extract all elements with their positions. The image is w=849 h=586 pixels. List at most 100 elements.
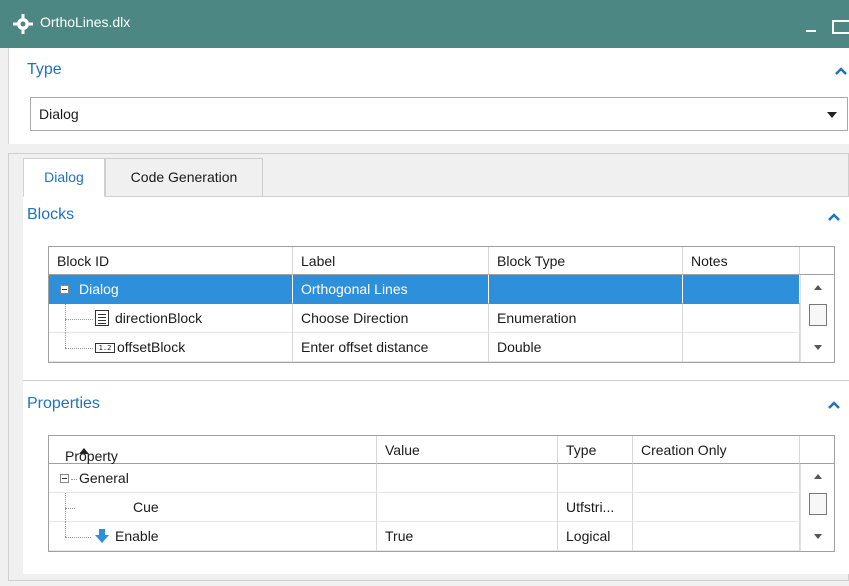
gear-icon bbox=[13, 14, 33, 34]
value-cell[interactable] bbox=[377, 464, 558, 493]
column-header-value[interactable]: Value bbox=[377, 436, 558, 464]
tab-code-generation-label: Code Generation bbox=[130, 169, 238, 185]
dropdown-arrow-icon[interactable] bbox=[827, 112, 837, 118]
table-row[interactable]: directionBlock Choose Direction Enumerat… bbox=[49, 304, 800, 333]
scroll-down-icon[interactable] bbox=[814, 534, 822, 539]
collapse-icon[interactable] bbox=[60, 285, 69, 294]
grid-corner bbox=[800, 247, 834, 275]
property-text: Enable bbox=[115, 528, 159, 544]
chevron-up-icon[interactable] bbox=[827, 212, 841, 222]
table-row[interactable]: Dialog Orthogonal Lines bbox=[49, 275, 800, 304]
value-cell[interactable]: True bbox=[377, 522, 558, 551]
tree-line bbox=[65, 537, 91, 538]
chevron-up-icon[interactable] bbox=[827, 400, 841, 410]
block-type-cell[interactable]: Enumeration bbox=[489, 304, 683, 333]
label-text: Choose Direction bbox=[301, 310, 409, 326]
column-header-label: Value bbox=[385, 442, 420, 458]
sort-ascending-icon bbox=[79, 448, 89, 454]
table-row[interactable]: Enable True Logical bbox=[49, 522, 800, 551]
column-header-label: Type bbox=[566, 442, 597, 458]
chevron-up-icon[interactable] bbox=[834, 66, 848, 76]
notes-cell[interactable] bbox=[683, 304, 800, 333]
block-id-text: directionBlock bbox=[115, 310, 203, 326]
maximize-button[interactable] bbox=[832, 20, 849, 34]
blocks-section-title: Blocks bbox=[27, 206, 75, 223]
tree-line bbox=[65, 508, 75, 509]
scroll-up-icon[interactable] bbox=[814, 474, 822, 479]
window-title: OrthoLines.dlx bbox=[40, 14, 131, 30]
property-cell[interactable]: General bbox=[49, 464, 377, 493]
tree-line bbox=[71, 479, 77, 480]
column-header-creation-only[interactable]: Creation Only bbox=[633, 436, 800, 464]
collapse-icon[interactable] bbox=[60, 474, 69, 483]
column-header-block-id[interactable]: Block ID bbox=[49, 247, 293, 275]
tab-code-generation[interactable]: Code Generation bbox=[105, 158, 263, 197]
label-text: Enter offset distance bbox=[301, 339, 429, 355]
minimize-button[interactable] bbox=[806, 30, 816, 32]
creation-only-cell[interactable] bbox=[633, 464, 800, 493]
property-cell[interactable]: Cue bbox=[49, 493, 377, 522]
value-cell[interactable] bbox=[377, 493, 558, 522]
tab-content: Blocks Block ID Label Block Type Notes D… bbox=[23, 196, 849, 574]
type-dropdown[interactable]: Dialog bbox=[30, 97, 848, 131]
enumeration-icon bbox=[95, 310, 109, 326]
property-text: General bbox=[79, 470, 129, 486]
scroll-thumb[interactable] bbox=[809, 493, 827, 515]
tree-line bbox=[65, 333, 66, 348]
scroll-thumb[interactable] bbox=[809, 304, 827, 326]
dialog-editor-panel: Dialog Code Generation Blocks Block ID L… bbox=[8, 153, 849, 581]
block-id-cell[interactable]: Dialog bbox=[49, 275, 293, 304]
window-bottom-border bbox=[8, 580, 849, 581]
block-id-cell[interactable]: 1.2 offsetBlock bbox=[49, 333, 293, 362]
table-row[interactable]: General bbox=[49, 464, 800, 493]
type-text: Logical bbox=[566, 528, 611, 544]
label-cell[interactable]: Enter offset distance bbox=[293, 333, 489, 362]
type-section: Type Dialog bbox=[8, 48, 849, 144]
block-type-cell[interactable] bbox=[489, 275, 683, 304]
tree-line bbox=[65, 522, 66, 537]
double-value-icon: 1.2 bbox=[95, 343, 115, 353]
creation-only-cell[interactable] bbox=[633, 522, 800, 551]
properties-grid: Property Value Type Creation Only Genera… bbox=[48, 435, 835, 552]
tree-line bbox=[65, 348, 93, 349]
table-row[interactable]: Cue Utfstri... bbox=[49, 493, 800, 522]
vertical-scrollbar[interactable] bbox=[800, 275, 834, 362]
tab-dialog[interactable]: Dialog bbox=[23, 158, 105, 197]
type-cell[interactable] bbox=[558, 464, 633, 493]
property-text: Cue bbox=[133, 499, 159, 515]
table-row[interactable]: 1.2 offsetBlock Enter offset distance Do… bbox=[49, 333, 800, 362]
tree-line bbox=[65, 319, 93, 320]
down-arrow-icon bbox=[95, 529, 109, 543]
column-header-notes[interactable]: Notes bbox=[683, 247, 800, 275]
column-header-label: Block Type bbox=[497, 253, 566, 269]
column-header-property[interactable]: Property bbox=[49, 436, 377, 464]
column-header-label: Notes bbox=[691, 253, 728, 269]
notes-cell[interactable] bbox=[683, 275, 800, 304]
type-cell[interactable]: Utfstri... bbox=[558, 493, 633, 522]
label-cell[interactable]: Choose Direction bbox=[293, 304, 489, 333]
type-dropdown-value: Dialog bbox=[39, 106, 79, 122]
block-id-cell[interactable]: directionBlock bbox=[49, 304, 293, 333]
block-type-text: Double bbox=[497, 339, 542, 355]
column-header-label[interactable]: Label bbox=[293, 247, 489, 275]
block-type-cell[interactable]: Double bbox=[489, 333, 683, 362]
column-header-label: Creation Only bbox=[641, 442, 727, 458]
scroll-up-icon[interactable] bbox=[814, 285, 822, 290]
block-type-text: Enumeration bbox=[497, 310, 577, 326]
type-text: Utfstri... bbox=[566, 499, 615, 515]
label-cell[interactable]: Orthogonal Lines bbox=[293, 275, 489, 304]
grid-corner bbox=[800, 436, 834, 464]
scroll-down-icon[interactable] bbox=[814, 345, 822, 350]
column-header-text: Property bbox=[65, 448, 118, 464]
column-header-type[interactable]: Type bbox=[558, 436, 633, 464]
type-cell[interactable]: Logical bbox=[558, 522, 633, 551]
notes-cell[interactable] bbox=[683, 333, 800, 362]
properties-section-title: Properties bbox=[27, 395, 100, 412]
section-divider bbox=[23, 380, 849, 381]
column-header-block-type[interactable]: Block Type bbox=[489, 247, 683, 275]
vertical-scrollbar[interactable] bbox=[800, 464, 834, 551]
creation-only-cell[interactable] bbox=[633, 493, 800, 522]
label-text: Orthogonal Lines bbox=[301, 281, 408, 297]
property-cell[interactable]: Enable bbox=[49, 522, 377, 551]
tab-dialog-label: Dialog bbox=[44, 169, 84, 185]
